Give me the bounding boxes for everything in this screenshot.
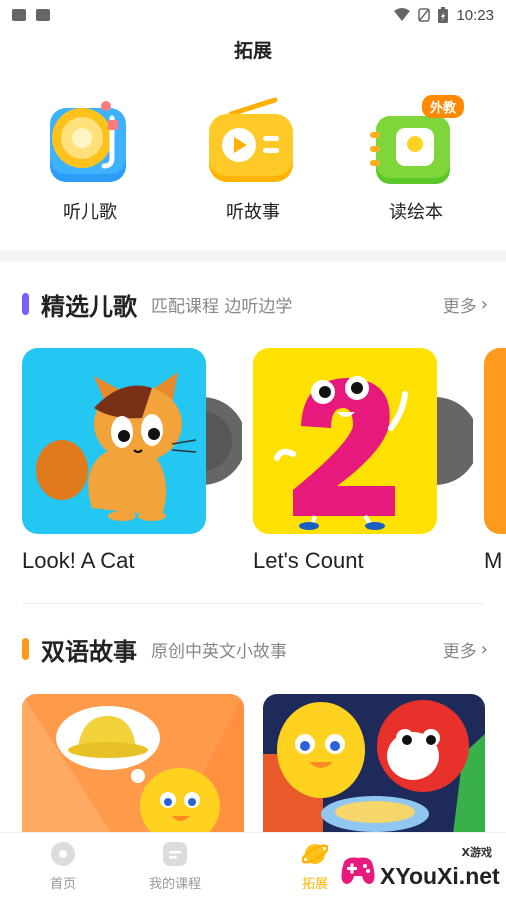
foreign-teacher-badge: 外教: [422, 95, 465, 118]
watermark-text: XYouXi.net: [380, 863, 500, 889]
record-player-icon: [50, 101, 126, 182]
status-bar: 10:23: [0, 0, 506, 30]
battery-icon: [438, 7, 449, 23]
song-card[interactable]: Let's Count: [253, 348, 473, 574]
story-card[interactable]: [263, 694, 485, 834]
clock: 10:23: [456, 6, 494, 24]
a-app-icon: [36, 9, 50, 21]
image-icon: [12, 9, 26, 21]
section-divider: [0, 250, 506, 262]
title-bar: 拓展: [0, 36, 506, 63]
quick-actions: 听儿歌 听故事 外教 读绘本: [0, 92, 506, 242]
section-accent-bar: [22, 293, 29, 315]
divider-line: [22, 603, 484, 604]
tab-my-courses[interactable]: 我的课程: [120, 841, 230, 892]
listen-songs-button[interactable]: 听儿歌: [30, 92, 150, 224]
stories-section-header: 双语故事 原创中英文小故事 更多 ›: [22, 629, 488, 669]
number-two-cover-image: [253, 348, 473, 534]
songs-section-title: 精选儿歌: [41, 292, 137, 321]
songs-section-subtitle: 匹配课程 边听边学: [151, 296, 293, 317]
watermark-small-text: X游戏: [461, 846, 492, 859]
stories-more-link[interactable]: 更多 ›: [443, 637, 488, 662]
songs-more-link[interactable]: 更多 ›: [443, 292, 488, 317]
chevron-right-icon: ›: [480, 638, 488, 660]
songs-carousel[interactable]: Look! A Cat Let's Count M: [0, 348, 506, 588]
quick-label-songs: 听儿歌: [63, 202, 117, 223]
song-card[interactable]: M: [484, 348, 506, 574]
song-cover-image: [484, 348, 506, 534]
home-icon: [51, 842, 75, 866]
section-accent-bar: [22, 638, 29, 660]
gamepad-logo-icon: [341, 857, 375, 884]
status-right-icons: 10:23: [394, 7, 494, 24]
radio-icon: [209, 97, 293, 182]
song-title: Look! A Cat: [22, 548, 135, 573]
chevron-right-icon: ›: [480, 293, 488, 315]
quick-label-books: 读绘本: [389, 202, 443, 223]
songs-section-header: 精选儿歌 匹配课程 边听边学 更多 ›: [22, 284, 488, 324]
tab-home[interactable]: 首页: [8, 841, 118, 892]
stories-section-subtitle: 原创中英文小故事: [151, 641, 287, 662]
stories-carousel[interactable]: [0, 694, 506, 834]
more-label: 更多: [442, 296, 477, 317]
story-card[interactable]: [22, 694, 244, 834]
wifi-icon: [394, 8, 411, 21]
tab-label: 首页: [49, 877, 76, 892]
stories-section-title: 双语故事: [41, 637, 137, 666]
courses-icon: [163, 842, 187, 866]
tab-label: 我的课程: [148, 877, 201, 892]
duck-hat-cover-image: [22, 694, 244, 834]
song-card[interactable]: Look! A Cat: [22, 348, 242, 574]
read-picture-books-button[interactable]: 外教 读绘本: [356, 92, 476, 224]
explore-icon: [302, 844, 328, 864]
status-left-icons: [12, 9, 50, 21]
watermark: X游戏 XYouXi.net: [338, 842, 502, 892]
listen-stories-button[interactable]: 听故事: [193, 92, 313, 224]
song-title: Let's Count: [253, 548, 364, 573]
song-title: M: [484, 548, 503, 573]
cat-cover-image: [22, 348, 242, 534]
duck-fox-cover-image: [263, 694, 485, 834]
page-title: 拓展: [233, 40, 272, 62]
more-label: 更多: [442, 641, 477, 662]
quick-label-stories: 听故事: [226, 202, 280, 223]
sim-off-icon: [418, 8, 431, 22]
